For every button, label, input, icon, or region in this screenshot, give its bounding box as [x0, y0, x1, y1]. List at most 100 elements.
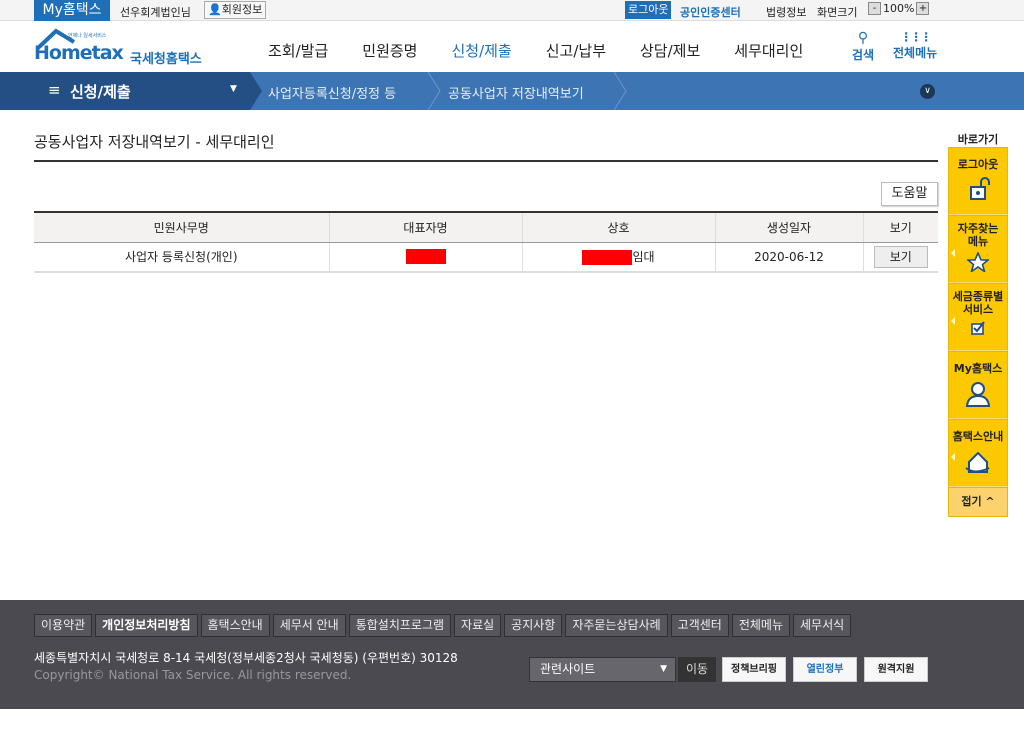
quick-my-hometax[interactable]: My홈택스 — [948, 351, 1008, 419]
quick-tax-service-label: 세금종류별 서비스 — [952, 290, 1004, 316]
footer-link-forms[interactable]: 세무서식 — [793, 614, 852, 637]
footer-link-taxoffice[interactable]: 세무서 안내 — [272, 614, 346, 637]
table-row: 사업자 등록신청(개인) 임대 2020-06-12 보기 — [34, 242, 938, 273]
nav-inquiry[interactable]: 조회/발급 — [268, 40, 328, 75]
breadcrumb-level1[interactable]: 사업자등록신청/정정 등 — [268, 83, 396, 102]
col-representative: 대표자명 — [329, 212, 523, 243]
expand-chevron-icon[interactable]: ∨ — [920, 84, 935, 99]
related-sites-select[interactable]: 관련사이트 ▼ — [529, 657, 676, 682]
main-nav: 조회/발급 민원증명 신청/제출 신고/납부 상담/제보 세무대리인 — [268, 40, 837, 75]
quick-menu: 로그아웃 자주찾는 메뉴 세금종류별 서비스 My홈택스 홈택스안내 접기 ^ — [948, 147, 1008, 517]
breadcrumb-level2[interactable]: 공동사업자 저장내역보기 — [448, 83, 584, 102]
star-icon — [967, 252, 989, 272]
breadcrumb: ≡ 신청/제출 ▼ 사업자등록신청/정정 등 공동사업자 저장내역보기 ∨ — [0, 72, 1024, 110]
footer-link-customer[interactable]: 고객센터 — [670, 614, 729, 637]
go-button[interactable]: 이동 — [678, 657, 716, 682]
quick-favorite-menu[interactable]: 자주찾는 메뉴 — [948, 215, 1008, 283]
logo-tagline: 언제나 일세서비스 — [68, 33, 107, 39]
search-label: 검색 — [852, 48, 875, 62]
policy-briefing-banner[interactable]: 정책브리핑 — [722, 657, 786, 682]
footer-link-faq[interactable]: 자주묻는상담사례 — [565, 614, 668, 637]
law-info-link[interactable]: 법령정보 — [766, 4, 806, 20]
col-date: 생성일자 — [715, 212, 864, 243]
member-info-label: 회원정보 — [221, 3, 263, 16]
company-cell: 임대 — [522, 242, 716, 273]
unlock-icon — [970, 177, 990, 200]
logo-main: Hometax — [34, 42, 124, 64]
zoom-level: 100% — [883, 2, 915, 15]
caret-down-icon: ▼ — [230, 84, 237, 94]
footer-address: 세종특별자치시 국세청로 8-14 국세청(정부세종2청사 국세청동) (우편번… — [34, 651, 458, 665]
caret-down-icon: ▼ — [660, 664, 667, 674]
date-cell: 2020-06-12 — [715, 242, 864, 273]
fold-button[interactable]: 접기 ^ — [948, 487, 1008, 517]
zoom-out-button[interactable]: - — [868, 2, 881, 15]
footer-link-archive[interactable]: 자료실 — [454, 614, 502, 637]
nav-consult[interactable]: 상담/제보 — [640, 40, 700, 75]
grid-icon: ⋮⋮⋮ — [900, 30, 932, 44]
related-sites-value: 관련사이트 — [540, 662, 596, 676]
quick-menu-title: 바로가기 — [957, 133, 999, 146]
remote-support-button[interactable]: 원격지원 — [864, 657, 928, 682]
footer-copyright: Copyright© National Tax Service. All rig… — [34, 668, 352, 682]
nav-application[interactable]: 신청/제출 — [451, 40, 512, 75]
footer-link-privacy[interactable]: 개인정보처리방침 — [95, 614, 198, 637]
hometax-logo[interactable]: 언제나 일세서비스 Hometax 국세청홈택스 — [34, 28, 204, 68]
quick-logout[interactable]: 로그아웃 — [948, 147, 1008, 215]
search-icon: ⚲ — [857, 30, 869, 46]
zoom-control: - 100% + — [868, 2, 930, 15]
search-button[interactable]: ⚲ 검색 — [852, 30, 874, 63]
quick-my-hometax-label: My홈택스 — [953, 362, 1003, 375]
company-suffix: 임대 — [632, 250, 655, 265]
quick-tax-service[interactable]: 세금종류별 서비스 — [948, 283, 1008, 351]
my-hometax-link[interactable]: My홈택스 — [34, 0, 110, 21]
chevron-separator-icon — [250, 72, 262, 110]
quick-favorite-label: 자주찾는 메뉴 — [957, 222, 999, 248]
footer-link-install[interactable]: 통합설치프로그램 — [348, 614, 452, 637]
nav-agent[interactable]: 세무대리인 — [734, 40, 803, 75]
quick-hometax-guide[interactable]: 홈택스안내 — [948, 419, 1008, 487]
top-utility-bar: My홈택스 선우회계법인님 👤회원정보 로그아웃 공인인증센터 법령정보 화면크… — [0, 0, 1024, 21]
logo-sub: 국세청홈택스 — [130, 52, 202, 67]
chevron-separator-icon — [428, 72, 441, 110]
footer-link-terms[interactable]: 이용약관 — [34, 614, 93, 637]
col-company: 상호 — [522, 212, 716, 243]
footer-link-notice[interactable]: 공지사항 — [504, 614, 563, 637]
quick-guide-label: 홈택스안내 — [952, 430, 1004, 443]
all-menu-button[interactable]: ⋮⋮⋮ 전체메뉴 — [893, 30, 937, 61]
view-cell: 보기 — [863, 242, 938, 273]
title-divider — [34, 160, 938, 162]
nav-filing[interactable]: 신고/납부 — [546, 40, 606, 75]
open-gov-banner[interactable]: 열린정부 — [793, 657, 857, 682]
table-header-row: 민원사무명 대표자명 상호 생성일자 보기 — [34, 212, 938, 243]
footer-link-allmenu[interactable]: 전체메뉴 — [731, 614, 791, 637]
footer-links: 이용약관 개인정보처리방침 홈택스안내 세무서 안내 통합설치프로그램 자료실 … — [34, 614, 852, 637]
logout-button[interactable]: 로그아웃 — [625, 1, 672, 19]
view-button[interactable]: 보기 — [873, 245, 928, 268]
col-service: 민원사무명 — [34, 212, 330, 243]
footer-link-guide[interactable]: 홈택스안내 — [200, 614, 270, 637]
zoom-in-button[interactable]: + — [916, 2, 930, 15]
section-title: 신청/제출 — [70, 83, 131, 101]
screen-size-label: 화면크기 — [817, 6, 858, 19]
chevron-separator-icon — [614, 72, 627, 110]
nav-certificate[interactable]: 민원증명 — [362, 40, 417, 75]
page-title: 공동사업자 저장내역보기 - 세무대리인 — [34, 133, 275, 151]
main-header: 언제나 일세서비스 Hometax 국세청홈택스 조회/발급 민원증명 신청/제… — [0, 22, 1024, 75]
redacted-block — [405, 249, 446, 265]
help-button[interactable]: 도움말 — [881, 182, 938, 206]
representative-cell — [329, 242, 523, 273]
saved-list-table: 민원사무명 대표자명 상호 생성일자 보기 사업자 등록신청(개인) 임대 20… — [34, 211, 938, 273]
checkbox-icon — [971, 321, 985, 335]
cert-center-link[interactable]: 공인인증센터 — [680, 4, 741, 20]
user-name: 선우회계법인님 — [120, 6, 191, 19]
service-cell: 사업자 등록신청(개인) — [34, 242, 330, 273]
footer: 이용약관 개인정보처리방침 홈택스안내 세무서 안내 통합설치프로그램 자료실 … — [0, 600, 1024, 709]
hamburger-icon: ≡ — [48, 81, 61, 99]
section-menu[interactable]: ≡ 신청/제출 ▼ — [0, 72, 250, 110]
col-view: 보기 — [863, 212, 938, 243]
all-menu-label: 전체메뉴 — [893, 46, 938, 60]
home-hand-icon — [965, 451, 990, 473]
member-info-button[interactable]: 👤회원정보 — [204, 1, 267, 19]
quick-logout-label: 로그아웃 — [957, 158, 999, 171]
